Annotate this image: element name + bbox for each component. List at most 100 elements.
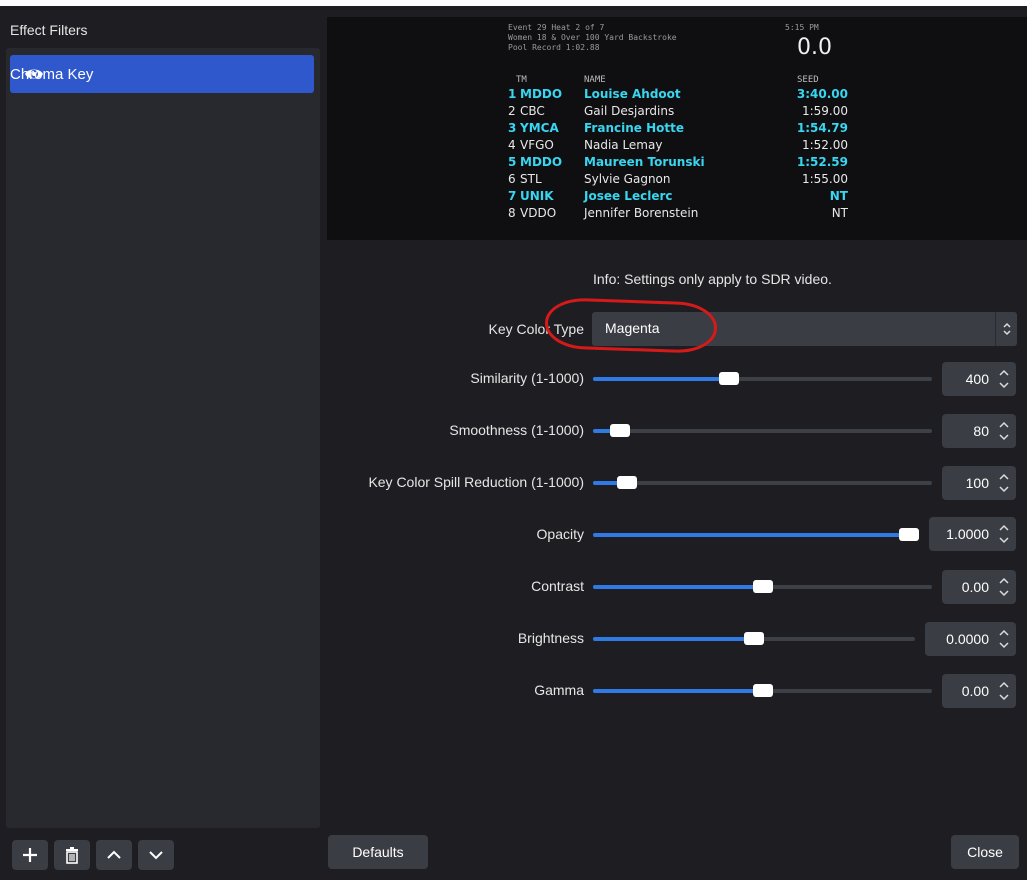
spin-arrows-icon[interactable] [998,522,1010,546]
spin-arrows-icon[interactable] [998,419,1010,443]
gamma-handle[interactable] [752,684,773,697]
filter-item-label: Chroma Key [10,65,94,83]
preview-rows: 1 MDDO Louise Ahdoot 3:40.00 2 CBC Gail Desjar… [508,87,848,223]
preview-cell-seed: NT [829,189,848,203]
contrast-label: Contrast [531,578,584,594]
spill-reduction-slider[interactable] [593,476,932,489]
spin-arrows-icon[interactable] [998,471,1010,495]
preview-row: 6 STL Sylvie Gagnon 1:55.00 [508,172,848,189]
preview-header-line: Event 29 Heat 2 of 7 [508,23,605,32]
preview-cell-lane: 5 [508,155,517,169]
spin-arrows-icon[interactable] [998,367,1010,391]
filter-list[interactable] [6,48,320,828]
gamma-label: Gamma [534,682,584,698]
contrast-handle[interactable] [752,580,773,593]
filter-list-toolbar [12,840,174,870]
similarity-label: Similarity (1-1000) [470,370,584,386]
defaults-button[interactable]: Defaults [328,835,428,869]
preview-row: 3 YMCA Francine Hotte 1:54.79 [508,121,848,138]
preview-cell-team: VDDO [520,206,557,220]
spill-reduction-spinbox[interactable]: 100 [942,466,1016,500]
preview-header: Event 29 Heat 2 of 7 Women 18 & Over 100… [508,23,677,53]
preview-row: 1 MDDO Louise Ahdoot 3:40.00 [508,87,848,104]
spin-arrows-icon[interactable] [998,679,1010,703]
brightness-spinbox[interactable]: 0.0000 [925,622,1016,656]
preview-cell-team: STL [520,172,542,186]
brightness-value: 0.0000 [946,631,989,647]
similarity-value: 400 [965,371,989,387]
preview-cell-team: MDDO [520,87,563,101]
opacity-label: Opacity [536,526,584,542]
preview-cell-name: Francine Hotte [584,121,684,135]
opacity-slider[interactable] [593,528,919,541]
preview-time: 5:15 PM [785,23,819,32]
brightness-handle[interactable] [744,632,764,645]
preview-cell-lane: 4 [508,138,516,152]
spin-arrows-icon[interactable] [998,575,1010,599]
filter-item-chroma-key[interactable]: Chroma Key [10,55,314,93]
preview-cell-name: Jennifer Borenstein [584,206,699,220]
preview-row: 5 MDDO Maureen Torunski 1:52.59 [508,155,848,172]
preview-cell-seed: NT [831,206,848,220]
preview-cell-name: Josee Leclerc [584,189,673,203]
top-border [0,0,1027,6]
similarity-spinbox[interactable]: 400 [942,362,1016,396]
brightness-slider[interactable] [593,632,915,645]
key-color-type-label: Key Color Type [488,321,584,337]
spill-reduction-handle[interactable] [616,476,637,489]
preview-cell-seed: 1:55.00 [801,172,848,186]
preview-cell-team: UNIK [520,189,554,203]
preview-cell-name: Louise Ahdoot [584,87,681,101]
brightness-label: Brightness [517,630,584,646]
preview-row: 8 VDDO Jennifer Borenstein NT [508,206,848,223]
preview-cell-lane: 8 [508,206,516,220]
similarity-handle[interactable] [718,372,739,385]
preview-cell-lane: 1 [508,87,517,101]
preview-cell-lane: 7 [508,189,517,203]
smoothness-spinbox[interactable]: 80 [942,414,1016,448]
preview-row: 7 UNIK Josee Leclerc NT [508,189,848,206]
remove-filter-button[interactable] [54,840,90,870]
preview-cell-lane: 6 [508,172,516,186]
chevron-up-icon [107,850,121,859]
contrast-value: 0.00 [961,579,989,595]
opacity-handle[interactable] [899,528,919,541]
preview-cell-seed: 1:52.00 [801,138,848,152]
panel-title: Effect Filters [10,22,88,38]
gamma-slider[interactable] [593,684,932,697]
move-down-button[interactable] [138,840,174,870]
preview-row: 4 VFGO Nadia Lemay 1:52.00 [508,138,848,155]
trash-icon [66,847,78,864]
move-up-button[interactable] [96,840,132,870]
preview-header-line: Pool Record 1:02.88 [508,43,600,52]
spin-arrows-icon[interactable] [998,627,1010,651]
col-seed: SEED [797,75,819,85]
opacity-spinbox[interactable]: 1.0000 [929,517,1016,551]
brightness-fill [593,637,754,641]
contrast-fill [593,585,763,589]
smoothness-value: 80 [973,423,989,439]
preview-cell-seed: 1:54.79 [796,121,848,135]
contrast-spinbox[interactable]: 0.00 [942,570,1016,604]
spill-reduction-value: 100 [965,475,989,491]
preview-cell-team: MDDO [520,155,563,169]
preview-cell-lane: 3 [508,121,517,135]
contrast-slider[interactable] [593,580,932,593]
key-color-type-value: Magenta [605,320,660,336]
similarity-fill [593,377,729,381]
preview-cell-seed: 1:59.00 [801,104,848,118]
preview-cell-name: Sylvie Gagnon [584,172,671,186]
add-filter-button[interactable] [12,840,48,870]
smoothness-slider[interactable] [593,424,932,437]
video-preview: Event 29 Heat 2 of 7 Women 18 & Over 100… [327,17,1027,240]
gamma-value: 0.00 [961,683,989,699]
gamma-spinbox[interactable]: 0.00 [942,674,1016,708]
similarity-slider[interactable] [593,372,932,385]
smoothness-label: Smoothness (1-1000) [449,422,584,438]
close-button[interactable]: Close [951,835,1019,869]
key-color-type-select[interactable]: Magenta [592,312,1017,346]
preview-cell-name: Maureen Torunski [584,155,705,169]
smoothness-handle[interactable] [610,424,631,437]
chevron-down-icon [149,851,163,860]
select-arrows-icon [995,312,1017,346]
